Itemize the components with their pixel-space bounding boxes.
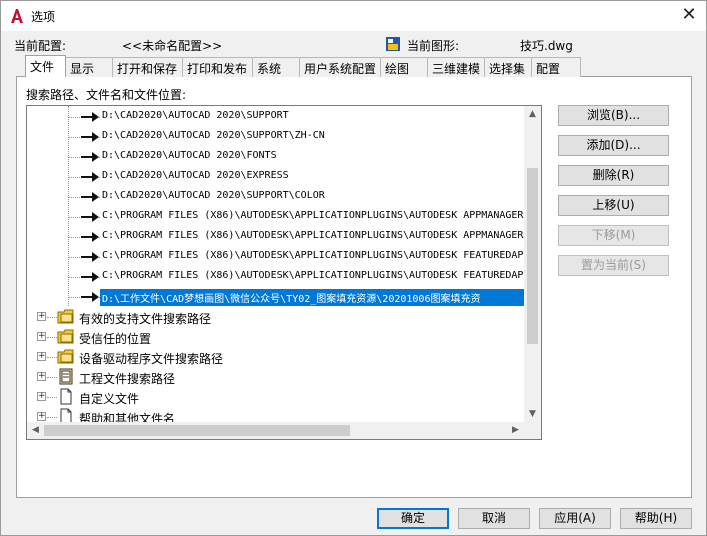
document-icon [60, 388, 72, 405]
tab-user-preferences[interactable]: 用户系统配置 [299, 57, 381, 77]
current-drawing-value: 技巧.dwg [520, 39, 573, 53]
folder-icon [57, 309, 74, 324]
scroll-corner [524, 422, 541, 439]
tree-path-item[interactable]: C:\PROGRAM FILES (X86)\AUTODESK\APPLICAT… [27, 207, 524, 227]
tab-profiles[interactable]: 配置 [531, 57, 581, 77]
title-bar: 选项 ✕ [1, 1, 706, 31]
path-text: D:\工作文件\CAD梦想画图\微信公众号\TY02_图案填充资源\202010… [100, 289, 524, 306]
expand-icon[interactable]: + [37, 372, 46, 381]
expand-icon[interactable]: + [37, 312, 46, 321]
expand-icon[interactable]: + [37, 352, 46, 361]
tree-path-item[interactable]: C:\PROGRAM FILES (X86)\AUTODESK\APPLICAT… [27, 247, 524, 267]
tree-node-label: 有效的支持文件搜索路径 [79, 312, 212, 326]
window-title: 选项 [31, 10, 56, 24]
path-text: C:\PROGRAM FILES (X86)\AUTODESK\APPLICAT… [102, 270, 524, 281]
path-text: C:\PROGRAM FILES (X86)\AUTODESK\APPLICAT… [102, 230, 524, 241]
tree-path-item-selected[interactable]: D:\工作文件\CAD梦想画图\微信公众号\TY02_图案填充资源\202010… [27, 287, 524, 307]
horizontal-scrollbar[interactable]: ◀ ▶ [27, 422, 524, 439]
move-up-button[interactable]: 上移(U) [558, 195, 669, 216]
scroll-down-icon[interactable]: ▼ [524, 406, 541, 423]
tree-node-label: 工程文件搜索路径 [79, 372, 176, 386]
project-icon [59, 368, 73, 385]
expand-icon[interactable]: + [37, 392, 46, 401]
horizontal-scroll-thumb[interactable] [44, 425, 350, 436]
move-down-button[interactable]: 下移(M) [558, 225, 669, 246]
tab-system[interactable]: 系统 [252, 57, 300, 77]
path-text: C:\PROGRAM FILES (X86)\AUTODESK\APPLICAT… [102, 210, 524, 221]
path-text: D:\CAD2020\AUTOCAD 2020\SUPPORT\ZH-CN [102, 130, 325, 141]
ok-button[interactable]: 确定 [377, 508, 449, 529]
path-text: D:\CAD2020\AUTOCAD 2020\SUPPORT\COLOR [102, 190, 325, 201]
scroll-up-icon[interactable]: ▲ [524, 106, 541, 123]
tree-path-item[interactable]: C:\PROGRAM FILES (X86)\AUTODESK\APPLICAT… [27, 227, 524, 247]
add-button[interactable]: 添加(D)... [558, 135, 669, 156]
tree-node[interactable]: + 受信任的位置 [27, 327, 524, 347]
tree-node-label: 受信任的位置 [79, 332, 152, 346]
tree-node-label: 设备驱动程序文件搜索路径 [79, 352, 224, 366]
arrow-right-icon [81, 232, 99, 242]
arrow-right-icon [81, 192, 99, 202]
file-paths-tree[interactable]: D:\CAD2020\AUTOCAD 2020\SUPPORT D:\CAD20… [26, 105, 542, 440]
arrow-right-icon [81, 152, 99, 162]
expand-icon[interactable]: + [37, 412, 46, 421]
tab-plot-publish[interactable]: 打印和发布 [182, 57, 253, 77]
drawing-file-icon [386, 37, 400, 51]
tree-node[interactable]: + 自定义文件 [27, 387, 524, 407]
current-profile-value: <<未命名配置>> [122, 39, 223, 53]
arrow-right-icon [81, 252, 99, 262]
tree-path-item[interactable]: D:\CAD2020\AUTOCAD 2020\SUPPORT\ZH-CN [27, 127, 524, 147]
options-dialog: 选项 ✕ 当前配置: <<未命名配置>> 当前图形: 技巧.dwg 文件 显示 … [0, 0, 707, 536]
vertical-scroll-thumb[interactable] [527, 168, 538, 344]
set-current-button[interactable]: 置为当前(S) [558, 255, 669, 276]
tree-path-item[interactable]: D:\CAD2020\AUTOCAD 2020\EXPRESS [27, 167, 524, 187]
autocad-logo-icon [11, 9, 23, 23]
remove-button[interactable]: 删除(R) [558, 165, 669, 186]
arrow-right-icon [81, 172, 99, 182]
path-text: D:\CAD2020\AUTOCAD 2020\SUPPORT [102, 110, 289, 121]
arrow-right-icon [81, 212, 99, 222]
tree-path-item[interactable]: D:\CAD2020\AUTOCAD 2020\FONTS [27, 147, 524, 167]
tab-files[interactable]: 文件 [25, 55, 66, 77]
arrow-right-icon [81, 272, 99, 282]
current-profile-label: 当前配置: [14, 39, 67, 53]
tree-node[interactable]: + 工程文件搜索路径 [27, 367, 524, 387]
current-drawing-label: 当前图形: [407, 39, 460, 53]
tree-path-item[interactable]: D:\CAD2020\AUTOCAD 2020\SUPPORT\COLOR [27, 187, 524, 207]
path-text: D:\CAD2020\AUTOCAD 2020\EXPRESS [102, 170, 289, 181]
tab-open-save[interactable]: 打开和保存 [112, 57, 183, 77]
browse-button[interactable]: 浏览(B)... [558, 105, 669, 126]
path-text: D:\CAD2020\AUTOCAD 2020\FONTS [102, 150, 277, 161]
tab-display[interactable]: 显示 [65, 57, 113, 77]
cancel-button[interactable]: 取消 [458, 508, 530, 529]
help-button[interactable]: 帮助(H) [620, 508, 692, 529]
arrow-right-icon [81, 112, 99, 122]
tab-3d-modeling[interactable]: 三维建模 [427, 57, 485, 77]
close-button[interactable]: ✕ [678, 6, 700, 26]
vertical-scrollbar[interactable]: ▲ ▼ [524, 106, 541, 423]
scroll-left-icon[interactable]: ◀ [27, 422, 44, 439]
path-text: C:\PROGRAM FILES (X86)\AUTODESK\APPLICAT… [102, 250, 524, 261]
tab-selection[interactable]: 选择集 [484, 57, 532, 77]
folder-icon [57, 329, 74, 344]
scroll-right-icon[interactable]: ▶ [507, 422, 524, 439]
expand-icon[interactable]: + [37, 332, 46, 341]
apply-button[interactable]: 应用(A) [539, 508, 611, 529]
tree-path-item[interactable]: C:\PROGRAM FILES (X86)\AUTODESK\APPLICAT… [27, 267, 524, 287]
arrow-right-icon [81, 292, 99, 302]
tree-node-label: 自定义文件 [79, 392, 140, 406]
tree-node[interactable]: + 设备驱动程序文件搜索路径 [27, 347, 524, 367]
tab-drafting[interactable]: 绘图 [380, 57, 428, 77]
arrow-right-icon [81, 132, 99, 142]
tree-node[interactable]: + 有效的支持文件搜索路径 [27, 307, 524, 327]
folder-icon [57, 349, 74, 364]
tree-path-item[interactable]: D:\CAD2020\AUTOCAD 2020\SUPPORT [27, 107, 524, 127]
search-paths-label: 搜索路径、文件名和文件位置: [26, 88, 187, 102]
